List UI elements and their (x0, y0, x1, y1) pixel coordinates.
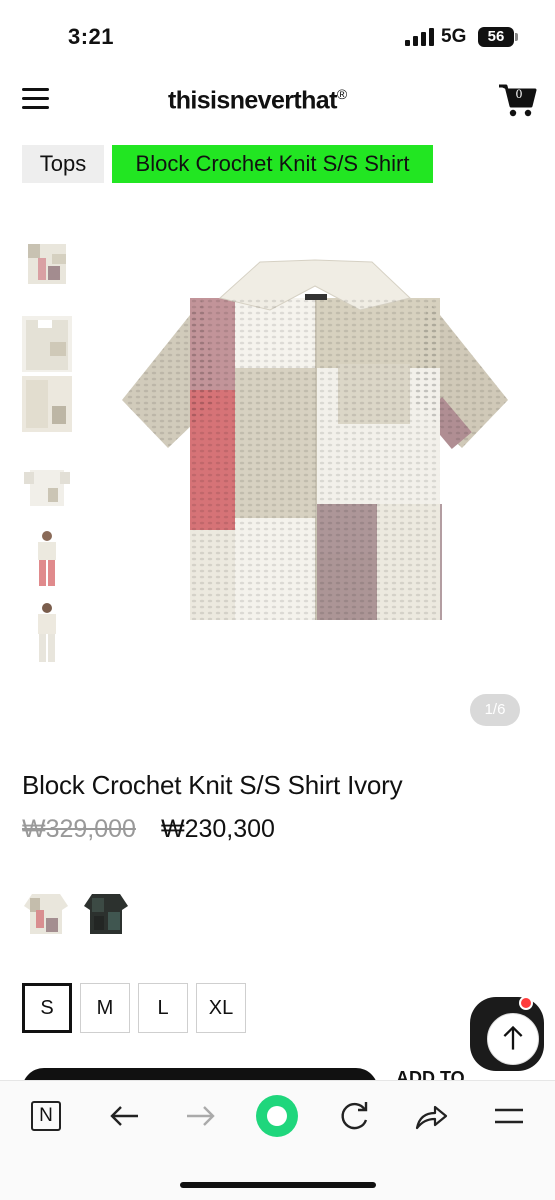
forward-arrow-icon[interactable] (181, 1096, 221, 1136)
color-swatch-black[interactable] (82, 888, 130, 936)
original-price: ₩329,000 (22, 815, 136, 843)
battery-cap (515, 33, 518, 41)
thumbnail-1[interactable] (22, 236, 72, 292)
product-title: Block Crochet Knit S/S Shirt Ivory (22, 770, 403, 800)
notification-dot (519, 996, 533, 1010)
arrow-up-icon[interactable] (487, 1013, 539, 1065)
home-icon[interactable] (256, 1095, 298, 1137)
naver-logo-icon[interactable]: N (31, 1101, 61, 1131)
size-option-m[interactable]: M (80, 983, 130, 1033)
product-main-image[interactable] (110, 250, 520, 630)
cart-count: 0 (515, 86, 523, 101)
add-to-cart-label[interactable]: ADD TO (396, 1068, 465, 1080)
status-bar: 3:21 5G 56 (0, 0, 555, 70)
back-arrow-icon[interactable] (104, 1096, 144, 1136)
thumbnail-3[interactable] (22, 376, 72, 432)
brand-logo[interactable]: thisisneverthat® (168, 86, 347, 115)
menu-icon[interactable] (22, 88, 49, 110)
status-time: 3:21 (68, 24, 115, 49)
network-type: 5G (441, 26, 467, 47)
size-option-xl[interactable]: XL (196, 983, 246, 1033)
color-swatch-ivory[interactable] (22, 888, 70, 936)
refresh-icon[interactable] (334, 1096, 374, 1136)
thumbnail-6[interactable] (22, 600, 72, 666)
share-icon[interactable] (411, 1096, 451, 1136)
size-option-s[interactable]: S (22, 983, 72, 1033)
battery-icon: 56 (478, 27, 514, 47)
sale-price: ₩230,300 (161, 815, 275, 843)
thumbnail-2[interactable] (22, 316, 72, 372)
brand-name: thisisneverthat (168, 86, 337, 115)
thumbnail-5[interactable] (22, 528, 72, 590)
menu-icon[interactable] (489, 1096, 529, 1136)
image-pager: 1/6 (470, 694, 520, 726)
home-indicator (180, 1182, 376, 1188)
breadcrumb-current[interactable]: Block Crochet Knit S/S Shirt (112, 145, 433, 183)
thumbnail-4[interactable] (22, 460, 72, 516)
signal-icon (405, 28, 435, 46)
size-option-l[interactable]: L (138, 983, 188, 1033)
breadcrumb-tops[interactable]: Tops (22, 145, 104, 183)
brand-registered-mark: ® (336, 86, 347, 102)
